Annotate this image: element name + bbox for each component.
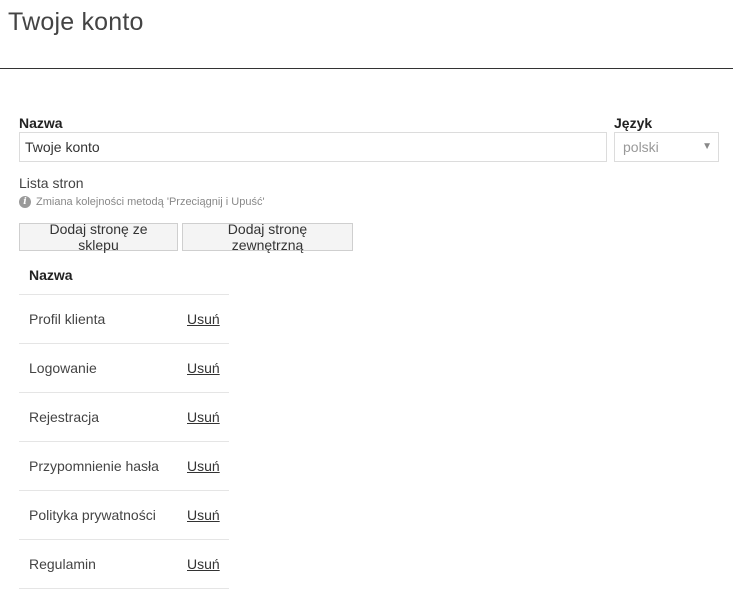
reorder-hint-text: Zmiana kolejności metodą 'Przeciągnij i … [36, 196, 265, 208]
page-name: Rejestracja [29, 409, 100, 425]
delete-link[interactable]: Usuń [187, 360, 220, 376]
table-row[interactable]: Przypomnienie hasła Usuń [19, 442, 229, 491]
table-header-name: Nazwa [19, 255, 229, 295]
chevron-down-icon: ▼ [702, 141, 712, 152]
page-name: Polityka prywatności [29, 507, 156, 523]
reorder-hint: i Zmiana kolejności metodą 'Przeciągnij … [19, 196, 265, 208]
page-name: Regulamin [29, 556, 96, 572]
name-label: Nazwa [19, 115, 63, 131]
language-label: Język [614, 115, 653, 131]
language-select-value: polski [623, 139, 659, 155]
table-row[interactable]: Profil klienta Usuń [19, 295, 229, 344]
language-select[interactable]: polski ▼ [614, 132, 719, 162]
add-external-page-button[interactable]: Dodaj stronę zewnętrzną [182, 221, 353, 253]
delete-link[interactable]: Usuń [187, 409, 220, 425]
page-name: Logowanie [29, 360, 97, 376]
info-icon: i [19, 196, 31, 208]
page-name: Przypomnienie hasła [29, 458, 159, 474]
table-row[interactable]: Polityka prywatności Usuń [19, 491, 229, 540]
delete-link[interactable]: Usuń [187, 311, 220, 327]
pages-table: Nazwa Profil klienta Usuń Logowanie Usuń… [19, 255, 229, 589]
page-title: Twoje konto [8, 8, 144, 36]
title-divider [0, 68, 733, 69]
delete-link[interactable]: Usuń [187, 556, 220, 572]
table-row[interactable]: Logowanie Usuń [19, 344, 229, 393]
delete-link[interactable]: Usuń [187, 507, 220, 523]
add-shop-page-button[interactable]: Dodaj stronę ze sklepu [19, 221, 178, 253]
table-row[interactable]: Rejestracja Usuń [19, 393, 229, 442]
pages-list-label: Lista stron [19, 175, 84, 191]
table-row[interactable]: Regulamin Usuń [19, 540, 229, 589]
name-input[interactable] [19, 132, 607, 162]
delete-link[interactable]: Usuń [187, 458, 220, 474]
page-name: Profil klienta [29, 311, 106, 327]
